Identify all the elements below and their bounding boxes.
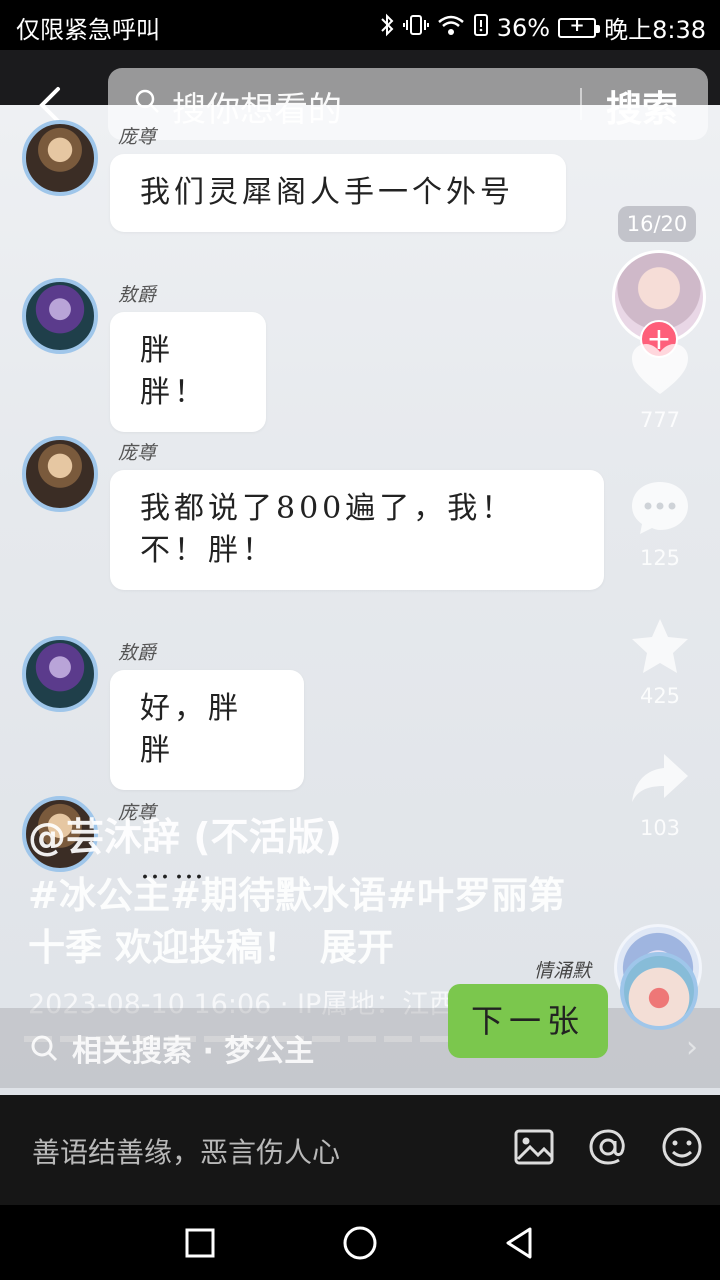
status-right: 36% + 晚上8:38 <box>379 10 706 45</box>
chevron-right-icon: › <box>686 1030 698 1065</box>
share-button[interactable]: 103 <box>614 748 706 840</box>
chat-message: 庞尊 我都说了800遍了，我！不！胖！ <box>0 432 720 602</box>
back-nav-button[interactable] <box>502 1225 538 1261</box>
related-search-text: 相关搜索 · 梦公主 <box>72 1034 315 1069</box>
vibrate-icon <box>402 13 429 43</box>
avatar <box>22 436 98 512</box>
screen: 仅限紧急呼叫 36% + 晚上8:38 搜你想看的 搜索 庞尊 我们灵犀阁人手一… <box>0 0 720 1280</box>
status-bar: 仅限紧急呼叫 36% + 晚上8:38 <box>0 0 720 50</box>
message-bubble: 下一张 <box>448 984 608 1058</box>
comment-input[interactable]: 善语结善缘，恶言伤人心 <box>32 1131 340 1171</box>
image-icon <box>514 1129 554 1165</box>
like-count: 777 <box>639 408 681 432</box>
input-actions <box>512 1125 704 1169</box>
sender-name: 敖爵 <box>118 284 157 306</box>
at-icon <box>589 1129 625 1165</box>
favorite-button[interactable]: 425 <box>614 616 706 708</box>
avatar <box>22 636 98 712</box>
comment-icon <box>632 482 688 534</box>
comment-count: 125 <box>639 546 681 570</box>
home-button[interactable] <box>342 1225 378 1261</box>
search-icon <box>135 89 159 113</box>
favorite-count: 425 <box>639 684 681 708</box>
expand-button[interactable]: 展开 <box>320 926 394 969</box>
post-description: #冰公主#期待默水语#叶罗丽第十季 欢迎投稿！ 展开 <box>28 870 588 974</box>
clock: 晚上8:38 <box>604 16 706 44</box>
related-search-bar[interactable]: 相关搜索 · 梦公主 › <box>0 1008 720 1088</box>
comment-button[interactable]: 125 <box>614 478 706 570</box>
battery-icon: + <box>558 15 601 38</box>
sender-name: 情涌默 <box>534 960 592 982</box>
navigation-bar <box>0 1205 720 1280</box>
author-name[interactable]: @芸沐辞 (不活版) <box>28 806 342 861</box>
sender-name: 敖爵 <box>118 642 157 664</box>
sender-name: 庞尊 <box>118 442 157 464</box>
mention-button[interactable] <box>586 1125 630 1169</box>
message-bubble: 胖胖！ <box>110 312 266 432</box>
recents-button[interactable] <box>182 1225 218 1261</box>
heart-icon <box>632 344 688 394</box>
post-media[interactable]: 搜你想看的 搜索 庞尊 我们灵犀阁人手一个外号 敖爵 胖胖！ 庞尊 我都说了80… <box>0 50 720 1095</box>
avatar <box>620 952 698 1030</box>
chat-message: 敖爵 好，胖胖 <box>0 632 720 790</box>
share-count: 103 <box>639 816 681 840</box>
sender-name: 庞尊 <box>118 126 157 148</box>
avatar <box>22 278 98 354</box>
avatar <box>22 120 98 196</box>
wifi-icon <box>437 14 465 42</box>
message-bubble: 我们灵犀阁人手一个外号 <box>110 154 566 232</box>
message-bubble: 好，胖胖 <box>110 670 304 790</box>
emoji-button[interactable] <box>660 1125 704 1169</box>
battery-percent: 36% <box>496 13 551 42</box>
sim-alert-icon <box>473 13 489 43</box>
search-icon <box>31 1035 58 1062</box>
image-counter: 16/20 <box>618 206 696 242</box>
emoji-icon <box>662 1127 702 1167</box>
carrier-text: 仅限紧急呼叫 <box>16 16 160 44</box>
image-button[interactable] <box>512 1125 556 1169</box>
star-icon <box>632 619 688 673</box>
like-button[interactable]: 777 <box>614 340 706 432</box>
bluetooth-icon <box>379 13 395 43</box>
chat-message: 庞尊 我们灵犀阁人手一个外号 <box>0 116 720 246</box>
message-bubble: 我都说了800遍了，我！不！胖！ <box>110 470 604 590</box>
share-icon <box>632 754 688 802</box>
comment-input-bar: 善语结善缘，恶言伤人心 <box>0 1095 720 1205</box>
description-text: #冰公主#期待默水语#叶罗丽第十季 欢迎投稿！ <box>28 874 566 969</box>
